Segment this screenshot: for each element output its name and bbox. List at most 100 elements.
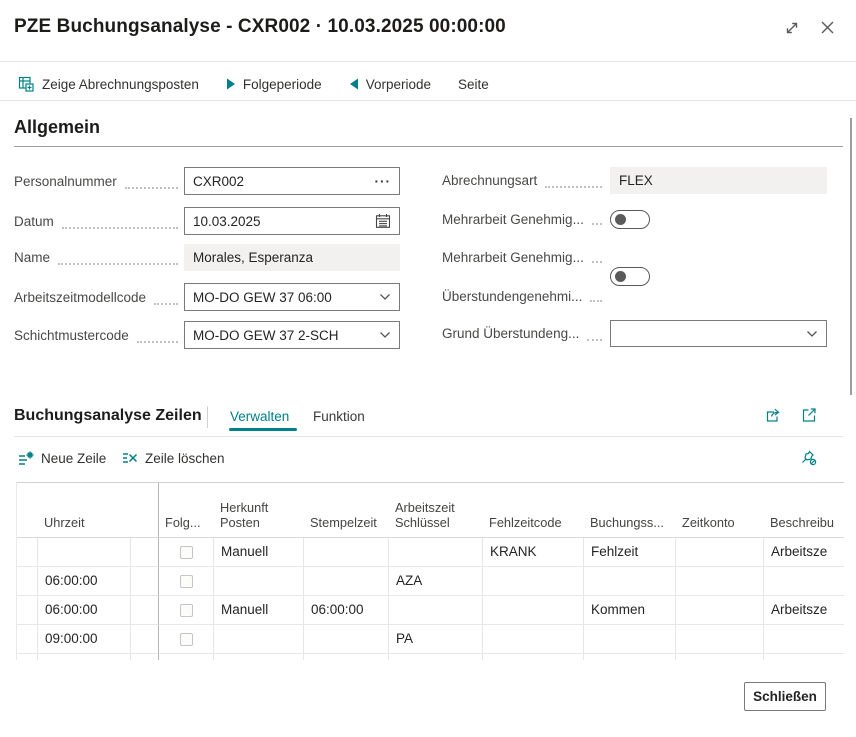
cell-zeitkonto[interactable] — [676, 654, 764, 660]
share-button[interactable] — [763, 405, 783, 425]
cell-beschreibung[interactable] — [764, 654, 844, 660]
action-previous-period[interactable]: Vorperiode — [349, 77, 431, 92]
cell-uhrzeit[interactable]: 06:00:00 — [38, 567, 131, 596]
cell-beschreibung[interactable] — [764, 567, 844, 596]
ellipsis-assist-icon[interactable]: ··· — [375, 174, 392, 189]
cell-fehlzeitcode[interactable] — [483, 625, 584, 654]
cell-beschreibung[interactable]: Arbeitsze — [764, 538, 844, 567]
cell-buchungsart[interactable]: Fehlzeit — [584, 538, 676, 567]
row-selector[interactable] — [17, 654, 38, 660]
cell-zeitkonto[interactable] — [676, 538, 764, 567]
row-selector[interactable] — [17, 538, 38, 567]
cell-uhrzeit[interactable] — [38, 538, 131, 567]
field-label-ueberstundengenehmigung: Überstundengenehmi... — [442, 287, 608, 306]
field-label-schichtmustercode: Schichtmustercode — [14, 321, 184, 349]
column-header-buchungsart[interactable]: Buchungss... — [584, 483, 676, 538]
cell-zeitkonto[interactable] — [676, 567, 764, 596]
row-selector[interactable] — [17, 596, 38, 625]
action-label: Folgeperiode — [243, 77, 322, 92]
cell-fehlzeitcode[interactable] — [483, 596, 584, 625]
cell-beschreibung[interactable] — [764, 625, 844, 654]
cell-folgetag[interactable] — [159, 596, 214, 625]
tab-funktion[interactable]: Funktion — [313, 409, 365, 424]
cell-arbeitszeit[interactable]: AZA — [389, 567, 483, 596]
action-next-period[interactable]: Folgeperiode — [226, 77, 322, 92]
cell-stempelzeit[interactable] — [304, 567, 389, 596]
cell-herkunft[interactable] — [214, 625, 304, 654]
action-new-line[interactable]: Neue Zeile — [18, 450, 106, 466]
vertical-scrollbar-thumb[interactable] — [850, 118, 852, 395]
chevron-down-icon — [806, 330, 818, 338]
cell-zeitkonto[interactable] — [676, 596, 764, 625]
action-label: Neue Zeile — [41, 451, 106, 466]
row-selector[interactable] — [17, 625, 38, 654]
cell-stempelzeit[interactable]: 06:00:00 — [304, 596, 389, 625]
expand-pane-button[interactable] — [799, 405, 819, 425]
cell-folgetag[interactable] — [159, 538, 214, 567]
folgetag-checkbox[interactable] — [180, 575, 193, 588]
cell-buchungsart[interactable]: Kommen — [584, 596, 676, 625]
cell-herkunft[interactable]: Manuell — [214, 596, 304, 625]
action-label: Zeige Abrechnungsposten — [42, 77, 199, 92]
cell-fehlzeitcode[interactable] — [483, 654, 584, 660]
column-header-arbeitszeit-schluessel[interactable]: Arbeitszeit Schlüssel — [389, 483, 483, 538]
cell-uhrzeit[interactable]: 09:15:00 — [38, 654, 131, 660]
schichtmustercode-select[interactable]: MO-DO GEW 37 2-SCH — [184, 321, 400, 349]
arbeitszeitmodellcode-select[interactable]: MO-DO GEW 37 06:00 — [184, 283, 400, 311]
folgetag-checkbox[interactable] — [180, 546, 193, 559]
cell-zeitkonto[interactable] — [676, 625, 764, 654]
field-label-name: Name — [14, 244, 184, 271]
cell-folgetag[interactable] — [159, 654, 214, 660]
field-label-personalnummer: Personalnummer — [14, 167, 184, 195]
grund-ueberstunden-select[interactable] — [610, 320, 827, 347]
cell-spacer — [131, 567, 159, 596]
cell-fehlzeitcode[interactable]: KRANK — [483, 538, 584, 567]
datum-input[interactable]: 10.03.2025 — [184, 207, 400, 235]
cell-stempelzeit[interactable] — [304, 538, 389, 567]
mehrarbeit-genehmigt-toggle-2[interactable] — [610, 267, 650, 286]
cell-folgetag[interactable] — [159, 567, 214, 596]
resize-dialog-button[interactable] — [782, 18, 802, 38]
cell-herkunft[interactable]: Manuell — [214, 538, 304, 567]
column-header-beschreibung[interactable]: Beschreibu — [764, 483, 844, 538]
cell-folgetag[interactable] — [159, 625, 214, 654]
cell-buchungsart[interactable] — [584, 567, 676, 596]
action-show-settlement-entries[interactable]: Zeige Abrechnungsposten — [18, 76, 199, 93]
column-header-fehlzeitcode[interactable]: Fehlzeitcode — [483, 483, 584, 538]
action-page[interactable]: Seite — [458, 77, 489, 92]
name-field: Morales, Esperanza — [184, 244, 400, 271]
calendar-icon[interactable] — [375, 213, 391, 229]
cell-beschreibung[interactable]: Arbeitsze — [764, 596, 844, 625]
cell-fehlzeitcode[interactable] — [483, 567, 584, 596]
personalnummer-input[interactable]: CXR002 ··· — [184, 167, 400, 195]
folgetag-checkbox[interactable] — [180, 633, 193, 646]
tab-verwalten[interactable]: Verwalten — [230, 409, 289, 424]
cell-stempelzeit[interactable] — [304, 625, 389, 654]
close-button[interactable]: Schließen — [744, 682, 826, 711]
column-header-uhrzeit[interactable]: Uhrzeit — [38, 483, 131, 538]
column-header-zeitkonto[interactable]: Zeitkonto — [676, 483, 764, 538]
action-delete-line[interactable]: Zeile löschen — [122, 450, 225, 466]
pin-pane-button[interactable] — [799, 448, 819, 468]
mehrarbeit-genehmigt-toggle-1[interactable] — [610, 210, 650, 229]
close-dialog-button[interactable] — [817, 17, 838, 38]
divider — [14, 436, 843, 437]
cell-arbeitszeit[interactable] — [389, 596, 483, 625]
section-underline — [14, 146, 843, 147]
cell-arbeitszeit[interactable] — [389, 538, 483, 567]
cell-arbeitszeit[interactable]: PE — [389, 654, 483, 660]
cell-uhrzeit[interactable]: 09:00:00 — [38, 625, 131, 654]
cell-arbeitszeit[interactable]: PA — [389, 625, 483, 654]
folgetag-checkbox[interactable] — [180, 604, 193, 617]
row-selector[interactable] — [17, 567, 38, 596]
cell-herkunft[interactable] — [214, 567, 304, 596]
column-header-spacer — [131, 483, 159, 538]
column-header-stempelzeit[interactable]: Stempelzeit — [304, 483, 389, 538]
cell-buchungsart[interactable] — [584, 625, 676, 654]
cell-stempelzeit[interactable] — [304, 654, 389, 660]
column-header-folgetag[interactable]: Folg... — [159, 483, 214, 538]
column-header-herkunft-posten[interactable]: Herkunft Posten — [214, 483, 304, 538]
cell-buchungsart[interactable] — [584, 654, 676, 660]
cell-herkunft[interactable] — [214, 654, 304, 660]
cell-uhrzeit[interactable]: 06:00:00 — [38, 596, 131, 625]
